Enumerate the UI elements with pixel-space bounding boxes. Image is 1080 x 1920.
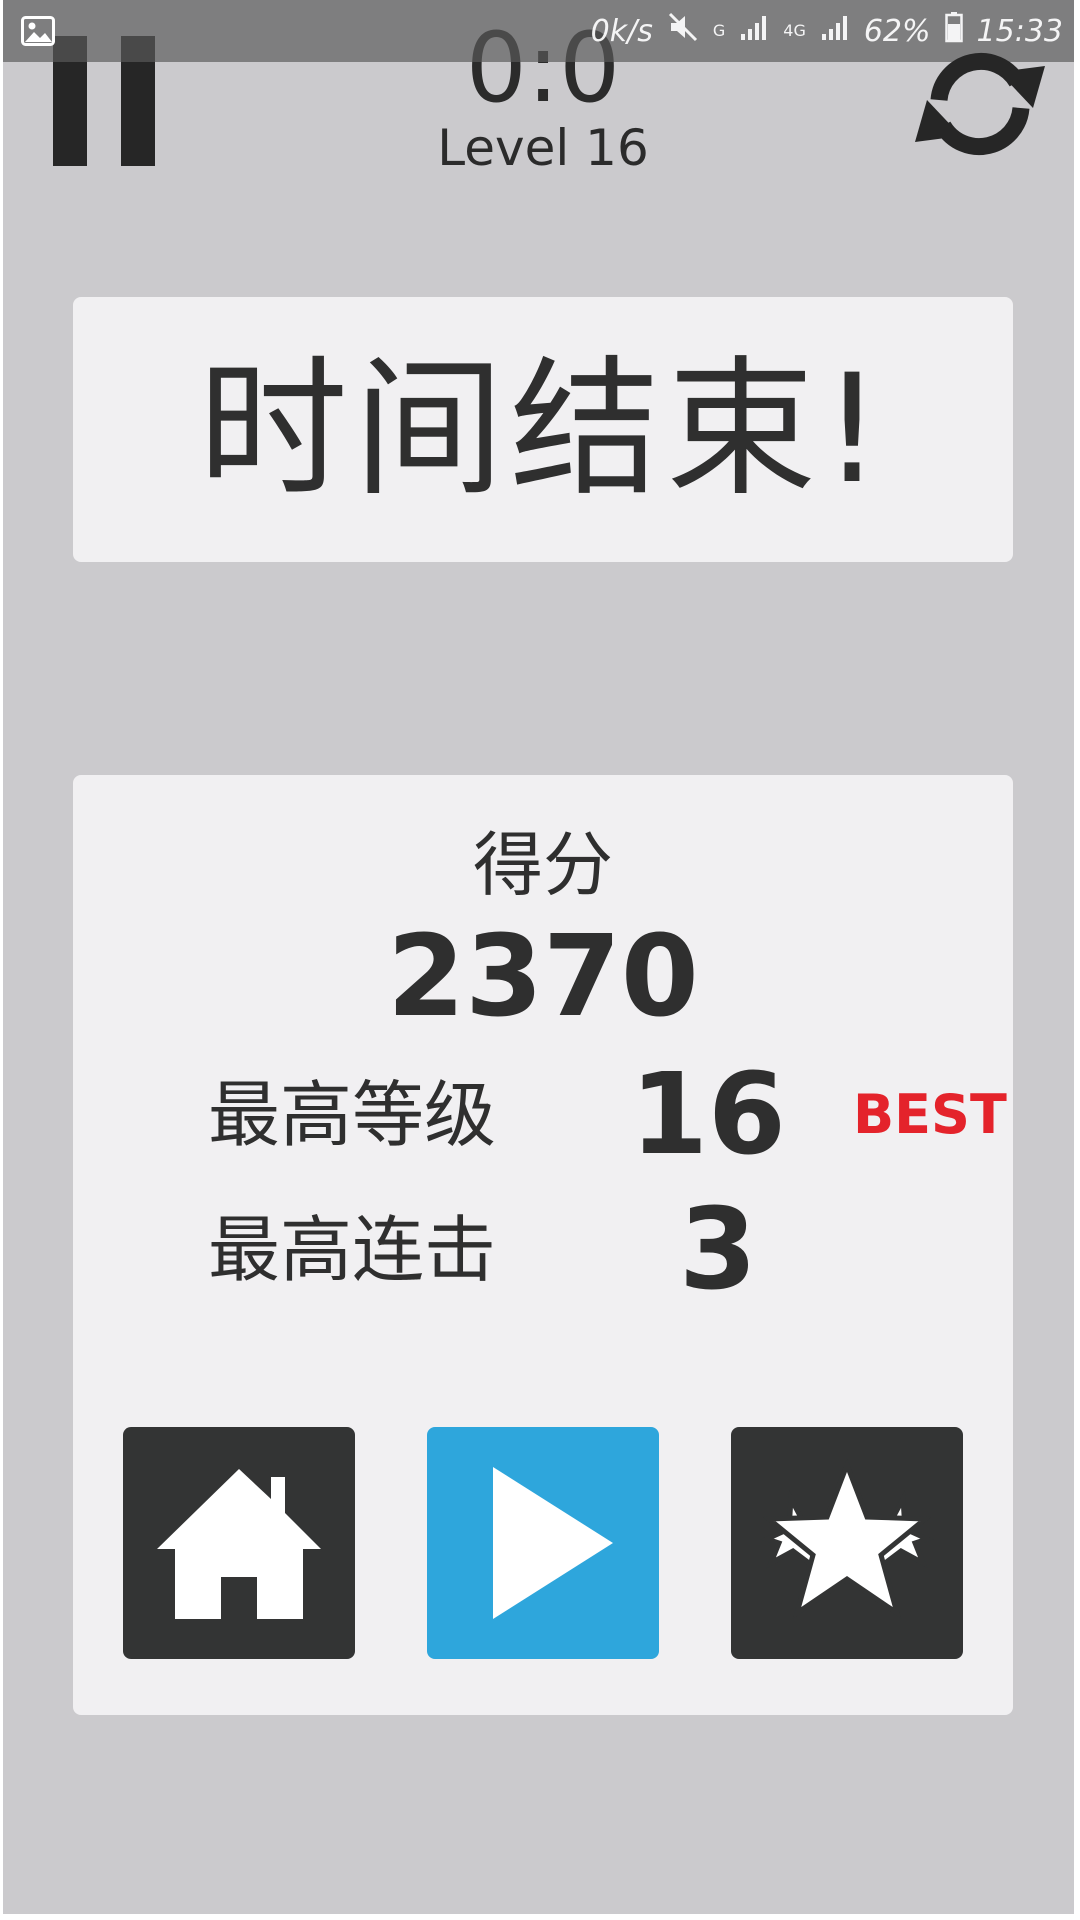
time-up-message: 时间结束! bbox=[197, 342, 889, 517]
max-level-label: 最高等级 bbox=[208, 1073, 497, 1157]
home-button[interactable] bbox=[123, 1427, 355, 1659]
play-button[interactable] bbox=[427, 1427, 659, 1659]
network-type-4g: 4G bbox=[783, 21, 806, 40]
gallery-icon bbox=[21, 16, 55, 46]
refresh-icon bbox=[909, 52, 1051, 170]
mute-icon bbox=[667, 11, 699, 51]
score-value: 2370 bbox=[387, 912, 699, 1042]
network-speed: 0k/s bbox=[590, 13, 653, 49]
refresh-button[interactable] bbox=[909, 42, 1051, 166]
stars-button[interactable] bbox=[731, 1427, 963, 1659]
max-combo-label: 最高连击 bbox=[208, 1208, 497, 1292]
time-up-card: 时间结束! bbox=[73, 297, 1013, 562]
network-type-g: G bbox=[712, 21, 726, 40]
results-card: 得分 2370 最高等级 16 BEST 最高连击 3 bbox=[73, 775, 1013, 1715]
game-screen: 0k/s G 4G 62% 15:33 0:0 Level 16 时间结束! 得… bbox=[3, 0, 1074, 1914]
max-level-value: 16 bbox=[630, 1050, 786, 1180]
max-combo-value: 3 bbox=[679, 1185, 757, 1315]
signal-icon bbox=[739, 12, 769, 50]
signal-icon bbox=[820, 12, 850, 50]
best-badge: BEST bbox=[853, 1083, 1007, 1146]
score-label: 得分 bbox=[473, 824, 613, 906]
